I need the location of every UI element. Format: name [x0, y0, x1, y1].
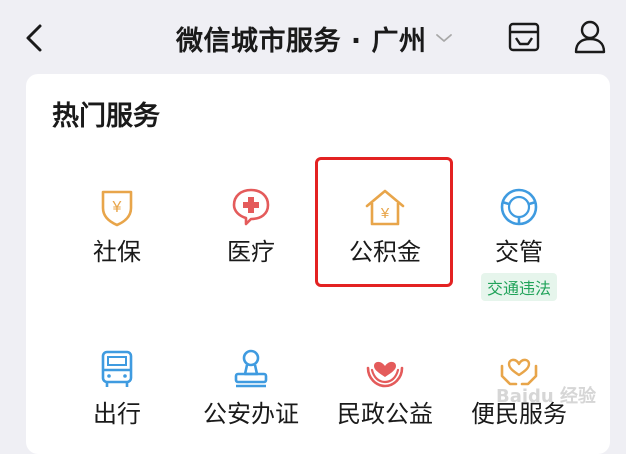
user-icon[interactable] [572, 18, 608, 56]
medical-cross-icon [232, 188, 270, 226]
service-label: 公安办证 [203, 400, 299, 428]
svg-text:¥: ¥ [112, 199, 122, 216]
back-arrow-icon[interactable] [18, 20, 52, 56]
city-selector[interactable]: 微信城市服务 · 广州 [176, 18, 453, 58]
yuan-shield-icon: ¥ [101, 190, 133, 227]
section-title: 热门服务 [52, 101, 160, 132]
service-housing-fund[interactable]: ¥ 公积金 [330, 186, 440, 267]
service-label: 便民服务 [471, 400, 567, 428]
hot-services-card: 热门服务 ¥ 社保 医疗 ¥ 公积金 交管 交通违法 出行 公安办证 民政公益 … [26, 74, 610, 454]
service-label: 民政公益 [337, 400, 433, 428]
stamp-icon [234, 349, 268, 388]
heart-care-icon [500, 358, 538, 386]
service-social-security[interactable]: ¥ 社保 [62, 186, 172, 267]
service-civil-affairs[interactable]: 民政公益 [330, 348, 440, 429]
page-title: 微信城市服务 · 广州 [176, 25, 427, 57]
service-label: 社保 [93, 238, 141, 266]
service-travel[interactable]: 出行 [62, 348, 172, 429]
service-convenience[interactable]: 便民服务 [464, 348, 574, 429]
heart-hands-icon [366, 361, 404, 388]
service-label: 出行 [93, 400, 141, 428]
service-traffic[interactable]: 交管 交通违法 [464, 186, 574, 301]
svg-text:¥: ¥ [380, 205, 390, 222]
bus-icon [101, 350, 133, 387]
house-yuan-icon: ¥ [365, 189, 405, 226]
service-medical[interactable]: 医疗 [196, 186, 306, 267]
service-label: 交管 [495, 238, 543, 266]
service-label: 医疗 [227, 238, 275, 266]
service-label: 公积金 [349, 238, 421, 266]
traffic-violation-badge[interactable]: 交通违法 [480, 273, 557, 301]
service-police-certificate[interactable]: 公安办证 [196, 348, 306, 429]
steering-wheel-icon [500, 188, 538, 226]
chevron-down-icon [435, 34, 452, 42]
inbox-icon[interactable] [506, 18, 542, 56]
top-bar: 微信城市服务 · 广州 [0, 0, 626, 74]
